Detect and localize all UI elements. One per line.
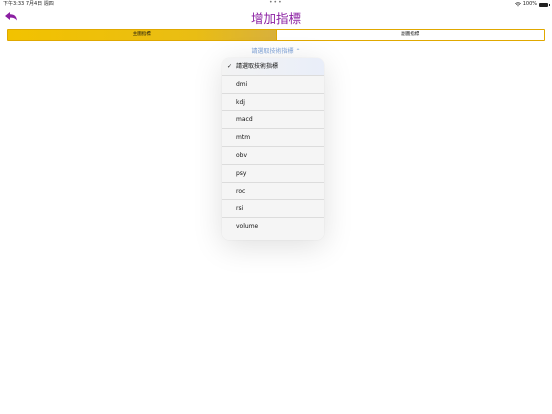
menu-item-label: roc: [236, 187, 246, 195]
menu-item-label: volume: [236, 223, 259, 231]
page-title: 增加指標: [250, 11, 301, 26]
indicator-select-button[interactable]: 請選取技術指標 ⌃: [0, 46, 552, 55]
menu-item-mtm[interactable]: mtm: [222, 129, 324, 147]
menu-item-obv[interactable]: obv: [222, 147, 324, 165]
menu-item-label: obv: [236, 151, 248, 159]
menu-item-label: psy: [236, 169, 247, 177]
battery-icon: [539, 2, 550, 7]
menu-item-label: rsi: [236, 205, 244, 213]
menu-item-label: macd: [236, 116, 253, 124]
tab-primary-indicator[interactable]: 主圖指標: [8, 30, 276, 40]
tab-secondary-indicator[interactable]: 副圖指標: [275, 30, 544, 40]
menu-item-dmi[interactable]: dmi: [222, 76, 324, 94]
menu-item-placeholder[interactable]: ✓ 請選取技術指標: [222, 58, 324, 76]
menu-item-volume[interactable]: volume: [222, 218, 324, 236]
menu-item-label: 請選取技術指標: [236, 63, 279, 70]
menu-item-psy[interactable]: psy: [222, 165, 324, 183]
menu-item-macd[interactable]: macd: [222, 111, 324, 130]
indicator-dropdown-menu: ✓ 請選取技術指標 dmi kdj macd mtm obv psy roc r…: [222, 58, 324, 240]
indicator-type-segmented-control: 主圖指標 副圖指標: [7, 29, 545, 41]
menu-item-rsi[interactable]: rsi: [222, 200, 324, 219]
menu-item-label: mtm: [236, 134, 251, 142]
menu-item-kdj[interactable]: kdj: [222, 94, 324, 112]
multitasking-dots[interactable]: •••: [269, 0, 283, 7]
menu-item-label: kdj: [236, 98, 245, 106]
wifi-icon: [514, 2, 521, 7]
menu-item-label: dmi: [236, 80, 248, 88]
menu-item-roc[interactable]: roc: [222, 183, 324, 201]
checkmark-icon: ✓: [227, 63, 233, 70]
